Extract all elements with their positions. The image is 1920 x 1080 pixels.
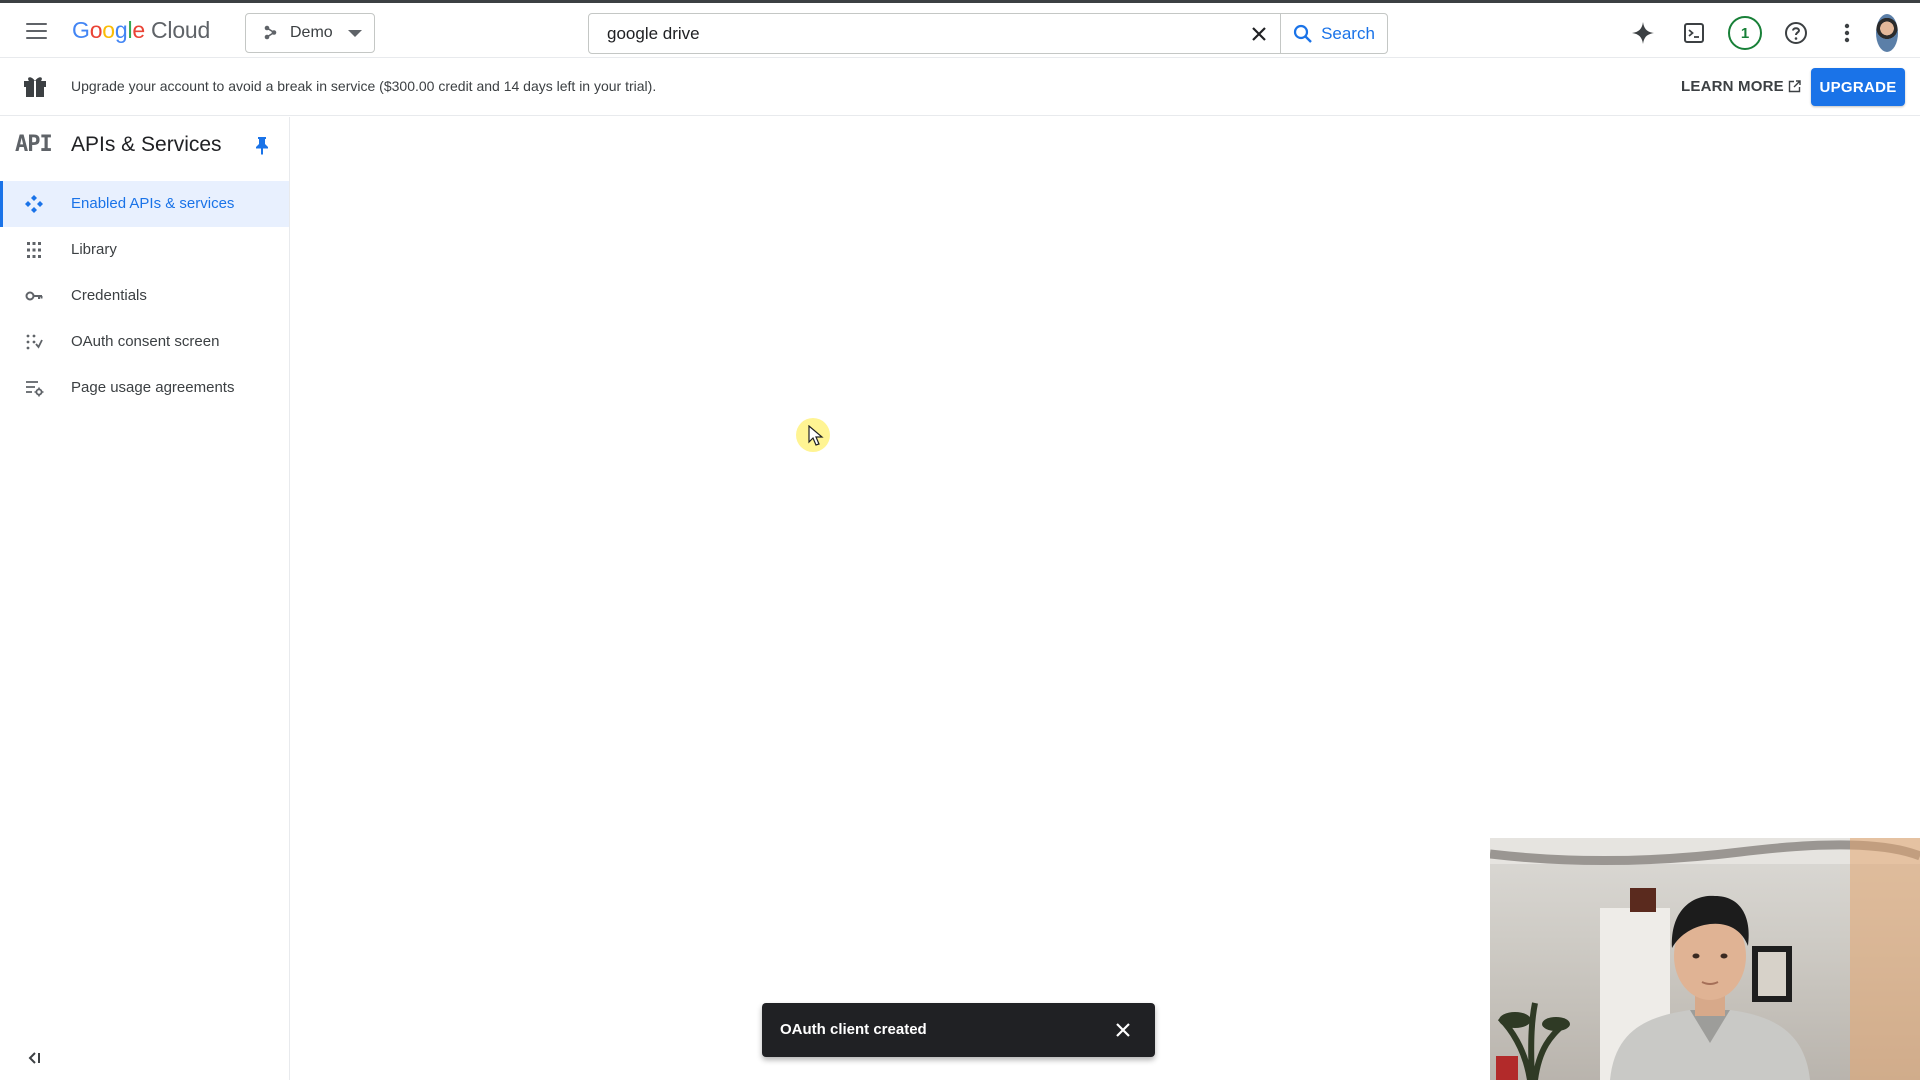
notifications-button[interactable]: 1 <box>1723 11 1767 55</box>
close-icon <box>1251 26 1266 41</box>
learn-more-link[interactable]: LEARN MORE <box>1681 78 1801 95</box>
sidebar-item-label: Enabled APIs & services <box>71 195 235 212</box>
sidebar-item-enabled-apis[interactable]: Enabled APIs & services <box>0 181 289 227</box>
collapse-sidebar-icon[interactable] <box>24 1047 46 1069</box>
sidebar-item-label: OAuth consent screen <box>71 333 220 350</box>
sidebar-item-page-usage[interactable]: Page usage agreements <box>0 365 289 411</box>
consent-icon <box>26 334 43 350</box>
api-logo: API <box>15 132 53 157</box>
sidebar-item-library[interactable]: Library <box>0 227 289 273</box>
gemini-button[interactable] <box>1621 11 1665 55</box>
avatar <box>1876 14 1898 52</box>
learn-more-label: LEARN MORE <box>1681 78 1784 95</box>
sidebar-item-label: Page usage agreements <box>71 379 235 396</box>
snackbar-message: OAuth client created <box>780 1021 927 1038</box>
sidebar-nav: Enabled APIs & services Library Credenti… <box>0 181 289 411</box>
sidebar-header: API APIs & Services <box>0 117 289 177</box>
key-icon <box>25 291 43 301</box>
menu-icon[interactable] <box>18 16 54 46</box>
hub-icon <box>25 195 43 213</box>
google-cloud-logo[interactable]: Google Cloud <box>72 17 210 44</box>
mouse-pointer-icon <box>808 425 824 446</box>
sidebar-item-label: Library <box>71 241 117 258</box>
sidebar-item-credentials[interactable]: Credentials <box>0 273 289 319</box>
upgrade-button[interactable]: UPGRADE <box>1811 68 1905 106</box>
sparkle-icon <box>1632 22 1654 44</box>
project-icon <box>264 25 277 40</box>
pin-icon[interactable] <box>252 135 272 155</box>
search-input[interactable] <box>589 14 1237 53</box>
library-icon <box>27 242 41 258</box>
search-icon <box>1293 24 1312 43</box>
search-bar: Search <box>588 13 1388 54</box>
cloud-shell-button[interactable] <box>1672 11 1716 55</box>
gift-icon <box>24 77 46 97</box>
help-button[interactable] <box>1774 11 1818 55</box>
header-actions: 1 <box>1614 11 1920 55</box>
notification-badge: 1 <box>1728 16 1762 50</box>
clear-search-button[interactable] <box>1237 14 1281 53</box>
more-options-button[interactable] <box>1825 11 1869 55</box>
webcam-presenter-image <box>1490 838 1920 1080</box>
chevron-down-icon <box>348 29 362 37</box>
close-icon <box>1116 1023 1130 1037</box>
sidebar-item-label: Credentials <box>71 287 147 304</box>
trial-message: Upgrade your account to avoid a break in… <box>71 78 657 94</box>
search-button[interactable]: Search <box>1281 14 1387 53</box>
terminal-icon <box>1684 23 1704 43</box>
snackbar-close-button[interactable] <box>1108 1015 1138 1045</box>
project-picker[interactable]: Demo <box>245 13 375 53</box>
webcam-overlay <box>1490 838 1920 1080</box>
account-button[interactable] <box>1876 11 1920 55</box>
open-in-new-icon <box>1788 80 1801 93</box>
search-button-label: Search <box>1321 23 1375 43</box>
top-header: GoogleCloud Demo Search <box>0 0 1920 58</box>
help-icon <box>1785 22 1807 44</box>
sidebar-item-oauth-consent[interactable]: OAuth consent screen <box>0 319 289 365</box>
project-name: Demo <box>290 24 333 41</box>
more-vert-icon <box>1844 23 1850 43</box>
sidebar: API APIs & Services Enabled APIs & servi… <box>0 117 290 1080</box>
settings-list-icon <box>26 381 44 397</box>
snackbar: OAuth client created <box>762 1003 1155 1057</box>
sidebar-title: APIs & Services <box>71 133 222 156</box>
trial-banner: Upgrade your account to avoid a break in… <box>0 58 1920 116</box>
